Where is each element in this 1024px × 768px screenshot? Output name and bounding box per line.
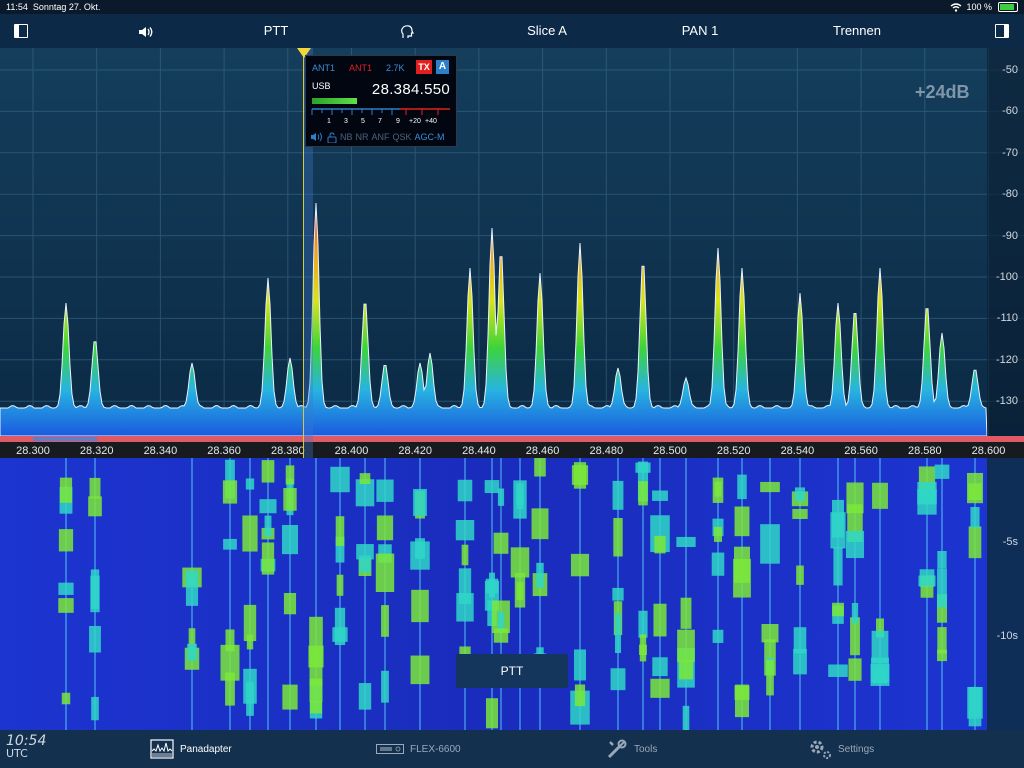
tab-settings[interactable]: Settings (808, 730, 874, 768)
db-scale-label: -50 (1002, 64, 1018, 76)
pan-selector[interactable]: PAN 1 (682, 14, 719, 48)
volume-button[interactable] (138, 14, 154, 48)
tx-badge[interactable]: TX (416, 60, 432, 74)
bottom-tab-bar: 10:54 UTC Panadapter FLEX-6600 Tools Set… (0, 730, 1024, 768)
db-scale[interactable]: -50 -60 -70 -80 -90 -100 -110 -120 -130 (987, 48, 1024, 436)
tools-icon (607, 739, 627, 759)
frequency-label: 28.340 (143, 445, 178, 457)
s-meter-tick: 1 (327, 118, 331, 125)
tab-radio[interactable]: FLEX-6600 (376, 730, 461, 768)
panadapter-spectrum[interactable] (0, 48, 1024, 436)
s-meter-ticks: 1 3 5 7 9 +20 +40 (306, 118, 454, 128)
db-scale-label: -120 (995, 353, 1018, 366)
db-scale-label: -100 (995, 271, 1018, 283)
ptt-toolbar-button[interactable]: PTT (264, 14, 289, 48)
db-scale-label: -80 (1002, 188, 1018, 201)
battery-percent: 100 % (966, 2, 992, 12)
radio-icon (376, 744, 404, 754)
speaker-icon (139, 26, 153, 37)
frequency-label: 28.360 (207, 445, 241, 457)
frequency-label: 28.560 (844, 445, 878, 457)
s-meter-tick: +20 (409, 118, 421, 125)
frequency-label: 28.580 (907, 445, 942, 457)
anf-toggle[interactable]: ANF (372, 132, 390, 142)
status-date: Sonntag 27. Okt. (32, 2, 101, 12)
frequency-label: 28.460 (525, 445, 560, 457)
slice-flag[interactable]: ANT1 ANT1 2.7K TX A USB 28.384.550 1 3 5… (305, 55, 457, 147)
slice-tuning-line[interactable] (303, 48, 304, 458)
frequency-label: 28.480 (589, 445, 624, 457)
frequency-label: 28.440 (462, 445, 496, 457)
frequency-label: 28.540 (780, 445, 815, 457)
slice-selector[interactable]: Slice A (527, 14, 567, 48)
frequency-label: 28.600 (971, 445, 1006, 457)
frequency-label: 28.380 (270, 445, 305, 457)
tab-label: Panadapter (180, 743, 232, 755)
disconnect-button[interactable]: Trennen (833, 14, 881, 48)
db-scale-label: -70 (1002, 146, 1018, 159)
nb-toggle[interactable]: NB (340, 132, 353, 142)
filter-bandwidth[interactable]: 2.7K (386, 63, 405, 73)
head-speaking-icon (401, 24, 414, 38)
frequency-label: 28.420 (398, 445, 433, 457)
mode-selector[interactable]: USB (312, 81, 331, 91)
tab-label: Tools (634, 743, 658, 755)
wifi-icon (951, 2, 962, 12)
frequency-label: 28.500 (653, 445, 687, 457)
gain-indicator: +24dB (915, 82, 970, 102)
s-meter-tick: 9 (396, 118, 400, 125)
band-edge-line (0, 436, 1024, 442)
slice-frequency[interactable]: 28.384.550 (372, 81, 450, 98)
s-meter-tick: 3 (344, 118, 348, 125)
left-panel-toggle-icon[interactable] (14, 24, 28, 38)
rx-antenna[interactable]: ANT1 (312, 63, 335, 73)
db-scale-label: -110 (996, 312, 1018, 325)
ptt-button[interactable]: PTT (456, 654, 568, 688)
slice-letter-badge[interactable]: A (436, 60, 449, 74)
tab-label: Settings (838, 743, 875, 755)
db-scale-label: -90 (1002, 229, 1018, 242)
frequency-label: 28.300 (16, 445, 50, 457)
spectrum-display (0, 48, 1024, 436)
s-meter-tick: +40 (425, 118, 437, 125)
agc-mode[interactable]: AGC-M (415, 132, 445, 142)
waterfall-image (0, 458, 987, 730)
voice-button[interactable] (400, 14, 416, 48)
status-right: 100 % (950, 0, 1018, 14)
qsk-toggle[interactable]: QSK (393, 132, 412, 142)
waterfall-time-label: -10s (996, 630, 1018, 642)
s-meter-tick: 7 (378, 118, 382, 125)
db-scale-label: -130 (995, 395, 1018, 408)
slice-audio-icon[interactable] (310, 132, 324, 142)
right-panel-toggle-icon[interactable] (995, 24, 1009, 38)
s-meter-scale (311, 108, 450, 115)
settings-gear-icon (810, 740, 831, 759)
status-left: 11:54 Sonntag 27. Okt. (6, 0, 100, 14)
tab-panadapter[interactable]: Panadapter (150, 730, 232, 768)
s-meter-tick: 5 (361, 118, 365, 125)
status-time: 11:54 (6, 2, 28, 12)
band-segment-marker (33, 437, 97, 441)
tx-antenna[interactable]: ANT1 (349, 63, 372, 73)
utc-clock: 10:54 UTC (6, 733, 46, 760)
waterfall-time-label: -5s (1002, 536, 1018, 548)
waterfall-display[interactable] (0, 458, 987, 730)
status-bar: 11:54 Sonntag 27. Okt. 100 % (0, 0, 1024, 14)
nr-toggle[interactable]: NR (356, 132, 369, 142)
frequency-label: 28.320 (79, 445, 114, 457)
db-scale-label: -60 (1002, 105, 1018, 118)
frequency-axis[interactable]: 28.300 28.320 28.340 28.360 28.380 28.400 28.4… (0, 436, 1024, 458)
frequency-label: 28.520 (716, 445, 751, 457)
panadapter-icon (150, 739, 174, 759)
battery-icon (998, 2, 1018, 12)
dsp-row: NB NR ANF QSK AGC-M (310, 131, 445, 143)
waterfall-time-scale: -5s -10s (987, 458, 1024, 730)
signal-meter-bar (312, 98, 357, 104)
frequency-label: 28.400 (334, 445, 369, 457)
top-toolbar: PTT Slice A PAN 1 Trennen (0, 14, 1024, 48)
tab-label: FLEX-6600 (410, 743, 461, 755)
unlock-icon[interactable] (327, 131, 337, 143)
tab-tools[interactable]: Tools (606, 730, 657, 768)
